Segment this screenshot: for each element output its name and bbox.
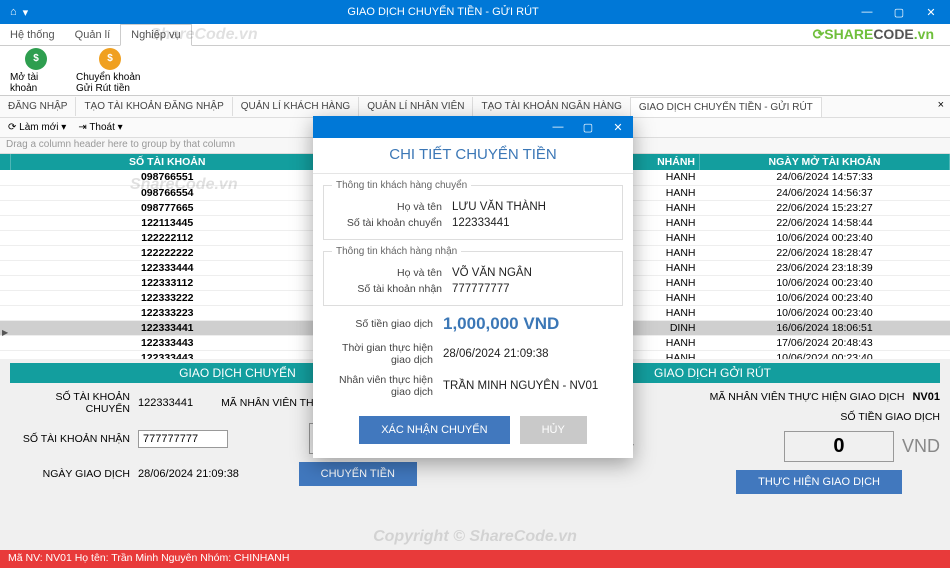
tab-he-thong[interactable]: Hệ thống (0, 25, 65, 45)
tab-close-icon[interactable]: × (938, 99, 944, 111)
confirm-transfer-button[interactable]: XÁC NHẬN CHUYỂN (359, 416, 509, 444)
ribbon-tabs: Hệ thống Quản lí Nghiệp vụ ShareCode.vn … (0, 24, 950, 46)
dw-lbl-staff: MÃ NHÂN VIÊN THỰC HIỆN GIAO DỊCH (710, 391, 905, 403)
dialog-titlebar[interactable]: — ▢ ✕ (313, 116, 633, 138)
subtab-tao-tk-nh[interactable]: TẠO TÀI KHOẢN NGÂN HÀNG (473, 97, 630, 116)
modal-staff: TRẦN MINH NGUYÊN - NV01 (443, 380, 598, 392)
dialog-title: CHI TIẾT CHUYỂN TIỀN (313, 138, 633, 174)
sender-name: LƯU VĂN THÀNH (452, 201, 546, 213)
refresh-button[interactable]: ⟳ Làm mới ▾ (8, 122, 66, 133)
titlebar: ⌂ ▾ GIAO DỊCH CHUYỂN TIỀN - GỬI RÚT — ▢ … (0, 0, 950, 24)
subtab-ql-nv[interactable]: QUẢN LÍ NHÂN VIÊN (359, 97, 473, 116)
lbl-staff: MÃ NHÂN VIÊN TH (221, 397, 314, 409)
qat-icon[interactable]: ⌂ (10, 6, 17, 19)
transfer-label: Chuyển khoản Gửi Rút tiền (76, 72, 144, 94)
qat-dropdown-icon[interactable]: ▾ (23, 6, 29, 19)
dialog-maximize-icon[interactable]: ▢ (573, 121, 603, 134)
lbl-acc-from: SỐ TÀI KHOẢN CHUYỂN (10, 391, 130, 415)
val-date: 28/06/2024 21:09:38 (138, 468, 239, 480)
sender-legend: Thông tin khách hàng chuyển (332, 180, 471, 191)
subtab-dang-nhap[interactable]: ĐĂNG NHẬP (0, 97, 76, 116)
val-acc-from: 122333441 (138, 397, 193, 409)
acc-to-input[interactable] (138, 430, 228, 448)
modal-time: 28/06/2024 21:09:38 (443, 348, 549, 360)
subtab-tao-tk-dn[interactable]: TẠO TÀI KHOẢN ĐĂNG NHẬP (76, 97, 232, 116)
maximize-icon[interactable]: ▢ (884, 6, 914, 19)
dw-unit: VND (902, 436, 940, 457)
close-icon[interactable]: ✕ (916, 6, 946, 19)
dialog-minimize-icon[interactable]: — (543, 121, 573, 133)
cancel-transfer-button[interactable]: HỦY (520, 416, 587, 444)
sender-acc: 122333441 (452, 217, 510, 229)
dialog-close-icon[interactable]: ✕ (603, 121, 633, 134)
status-bar: Mã NV: NV01 Họ tên: Trần Minh Nguyên Nhó… (0, 550, 950, 568)
subtab-giao-dich[interactable]: GIAO DỊCH CHUYỂN TIỀN - GỬI RÚT (631, 97, 822, 117)
lbl-date: NGÀY GIAO DỊCH (10, 468, 130, 480)
do-dw-button[interactable]: THỰC HIỆN GIAO DỊCH (736, 470, 902, 494)
transfer-detail-dialog: — ▢ ✕ CHI TIẾT CHUYỂN TIỀN Thông tin khá… (313, 116, 633, 458)
tab-nghiep-vu[interactable]: Nghiệp vụ (120, 24, 192, 46)
open-account-label: Mở tài khoản (10, 72, 62, 94)
col-account[interactable]: SỐ TÀI KHOẢN (10, 154, 325, 170)
dw-amount-input[interactable]: 0 (784, 431, 894, 462)
window-title: GIAO DỊCH CHUYỂN TIỀN - GỬI RÚT (34, 6, 852, 18)
receiver-acc: 777777777 (452, 283, 510, 295)
document-tabs: ĐĂNG NHẬP TẠO TÀI KHOẢN ĐĂNG NHẬP QUẢN L… (0, 96, 950, 118)
sharecode-logo: ⟳SHARECODE.vn (813, 26, 934, 43)
do-transfer-button[interactable]: CHUYỂN TIỀN (299, 462, 417, 486)
lbl-acc-to: SỐ TÀI KHOẢN NHẬN (10, 433, 130, 445)
open-account-button[interactable]: $ Mở tài khoản (10, 50, 62, 91)
subtab-ql-kh[interactable]: QUẢN LÍ KHÁCH HÀNG (233, 97, 359, 116)
sender-group: Thông tin khách hàng chuyển Họ và tênLƯU… (323, 180, 623, 240)
receiver-name: VÕ VĂN NGÂN (452, 267, 532, 279)
receiver-legend: Thông tin khách hàng nhận (332, 246, 461, 257)
minimize-icon[interactable]: — (852, 6, 882, 19)
dw-staff: NV01 (912, 391, 940, 403)
exit-button[interactable]: ⇥ Thoát ▾ (78, 122, 122, 133)
dw-lbl-amount: SỐ TIỀN GIAO DỊCH (840, 411, 940, 423)
transfer-button[interactable]: $ Chuyển khoản Gửi Rút tiền (76, 50, 144, 91)
col-date[interactable]: NGÀY MỞ TÀI KHOẢN (700, 154, 950, 170)
ribbon: $ Mở tài khoản $ Chuyển khoản Gửi Rút ti… (0, 46, 950, 96)
watermark-copyright: Copyright © ShareCode.vn (0, 528, 950, 546)
receiver-group: Thông tin khách hàng nhận Họ và tênVÕ VĂ… (323, 246, 623, 306)
tab-quan-li[interactable]: Quản lí (65, 25, 120, 45)
modal-amount: 1,000,000 VND (443, 314, 559, 334)
